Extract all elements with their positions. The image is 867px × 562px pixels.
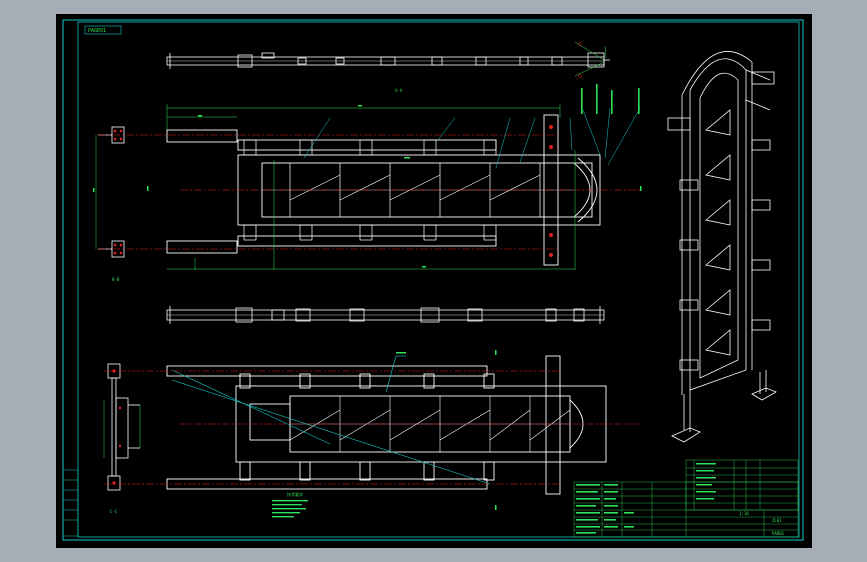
title-block-scale: 1:10	[739, 511, 749, 516]
title-block-drawing-no: ZL01	[772, 518, 782, 523]
title-block-part-name: PAR01	[772, 531, 785, 536]
title-tag-text: PAGE01	[88, 28, 106, 34]
view-c-label: C-C	[110, 509, 118, 514]
view-b-label: B-B	[112, 277, 120, 282]
notes-title: 技术要求	[287, 491, 303, 497]
cad-drawing-canvas: PAGE01 A-A B-B C-C 技术要求 1:10 ZL01 PAR01	[56, 14, 812, 548]
view-a-label: A-A	[395, 88, 403, 93]
